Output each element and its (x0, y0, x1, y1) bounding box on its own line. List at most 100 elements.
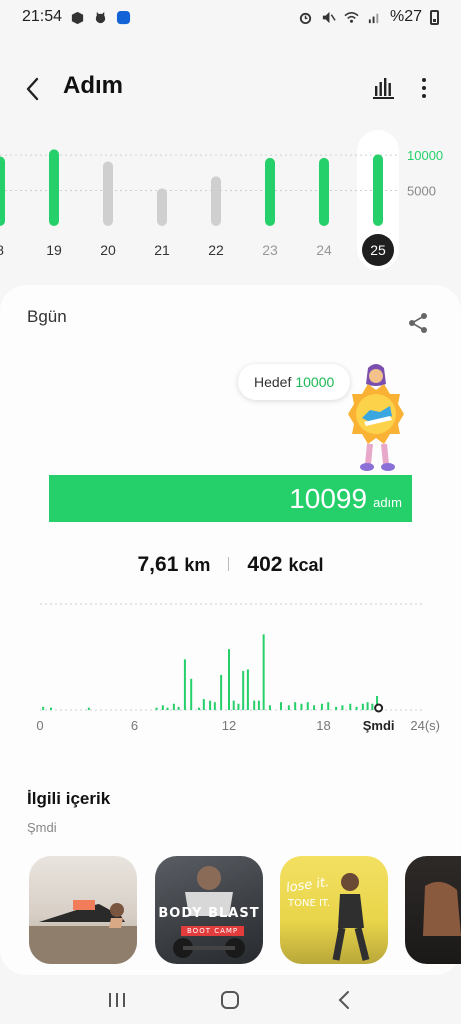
thumb-plank[interactable] (29, 856, 137, 964)
hourly-bar (177, 706, 180, 710)
week-day-label[interactable]: 21 (154, 242, 170, 258)
now-marker (374, 703, 384, 713)
signal-icon (368, 13, 379, 23)
bar-chart-icon (373, 78, 394, 99)
back-button[interactable] (18, 74, 48, 104)
hourly-bar (257, 700, 260, 710)
calories-unit: kcal (288, 555, 324, 575)
steps-progress-bar: 10099 adım (49, 475, 412, 522)
hourly-bar (161, 705, 164, 710)
related-content-title: İlgili içerik (27, 789, 111, 808)
hourly-bar (349, 703, 352, 710)
box-icon (71, 11, 84, 24)
hourly-bar (313, 705, 316, 710)
hourly-bar (198, 707, 201, 710)
week-day-label[interactable]: 24 (316, 242, 332, 258)
cat-icon (95, 11, 106, 23)
related-content-subtitle: Şmdi (27, 820, 57, 835)
hourly-bar (361, 703, 364, 710)
thumb-fitness[interactable] (405, 856, 461, 964)
app-badge-icon (116, 10, 131, 24)
wifi-icon (344, 11, 359, 23)
hourly-bar (246, 669, 249, 710)
week-day-label[interactable]: 25 (370, 242, 386, 258)
week-bar[interactable] (373, 154, 383, 226)
weekly-steps-chart[interactable]: 10000 5000 8 19 20 21 22 23 24 25 (0, 128, 461, 278)
status-bar: 21:54 %27 (0, 0, 461, 34)
lose-it-workout-image (332, 873, 370, 961)
hourly-bar (341, 705, 344, 710)
distance-value: 7,61 (137, 553, 179, 576)
goal-value: 10000 (295, 374, 335, 390)
nav-back-button[interactable] (324, 985, 364, 1015)
distance-unit: km (184, 555, 211, 575)
hourly-bar (268, 705, 271, 710)
battery-icon (430, 9, 439, 25)
thumb-lose-it[interactable]: lose it. TONE IT. (280, 856, 388, 964)
body-blast-subtitle: BOOT CAMP (181, 926, 245, 936)
hourly-bar (87, 707, 90, 710)
week-day-label[interactable]: 19 (46, 242, 62, 258)
hourly-axis-label: 18 (316, 718, 330, 733)
stats-row: 7,61 km 402 kcal (0, 553, 461, 583)
hourly-bar (220, 674, 223, 710)
hourly-bar (306, 702, 309, 710)
hourly-bar (327, 702, 330, 710)
hourly-bar (183, 659, 186, 710)
hourly-bar (242, 671, 245, 710)
hourly-bar (335, 706, 338, 710)
hourly-bar (42, 706, 45, 710)
hourly-bar (155, 707, 158, 710)
hourly-bar (371, 703, 374, 710)
more-options-button[interactable] (410, 74, 438, 102)
week-day-label[interactable]: 8 (0, 242, 4, 258)
chevron-left-icon (26, 77, 39, 101)
week-bar[interactable] (0, 156, 5, 226)
hourly-bar (287, 705, 290, 710)
week-bar[interactable] (319, 157, 329, 226)
status-time: 21:54 (22, 8, 63, 25)
home-button[interactable] (210, 985, 250, 1015)
fitness-workout-image (423, 881, 461, 936)
hourly-axis-label: 0 (36, 718, 43, 733)
back-icon (338, 990, 350, 1009)
hourly-bar (172, 703, 175, 710)
hourly-bar (209, 700, 212, 710)
week-day-label[interactable]: 20 (100, 242, 116, 258)
mute-icon (322, 11, 336, 23)
home-icon (221, 990, 240, 1009)
hourly-bar (166, 707, 169, 710)
hourly-axis-label: 24(s) (410, 718, 440, 733)
hourly-bar (237, 703, 240, 710)
share-button[interactable] (405, 310, 431, 336)
lose-it-subtitle: TONE IT. (288, 898, 331, 909)
share-icon (409, 313, 427, 333)
page-title: Adım (63, 72, 123, 99)
more-vertical-icon (422, 78, 426, 82)
hourly-bar (320, 703, 323, 710)
week-bar[interactable] (157, 188, 167, 226)
week-bar[interactable] (265, 157, 275, 226)
week-day-label[interactable]: 23 (262, 242, 278, 258)
hourly-bar (279, 702, 282, 710)
hourly-bar (366, 702, 369, 710)
steps-unit: adım (373, 495, 402, 510)
app-bar: Adım (0, 60, 461, 116)
hourly-bar (253, 700, 256, 710)
week-bar[interactable] (211, 176, 221, 226)
alarm-icon (299, 12, 312, 24)
hourly-steps-chart[interactable]: 0 6 12 18 Şmdi 24(s) (30, 598, 440, 743)
hourly-axis-label: Şmdi (363, 718, 395, 733)
week-bar[interactable] (49, 149, 59, 226)
hourly-bar (300, 703, 303, 710)
recent-apps-button[interactable] (97, 985, 137, 1015)
statistics-button[interactable] (370, 74, 398, 102)
hourly-bar (232, 700, 235, 710)
week-day-label[interactable]: 22 (208, 242, 224, 258)
goal-bubble: Hedef 10000 (238, 364, 351, 400)
system-nav-bar (0, 975, 461, 1024)
hourly-bar (202, 699, 205, 710)
week-bar[interactable] (103, 161, 113, 226)
thumb-body-blast[interactable]: BODY BLAST BOOT CAMP (155, 856, 263, 964)
hourly-bar (294, 702, 297, 710)
